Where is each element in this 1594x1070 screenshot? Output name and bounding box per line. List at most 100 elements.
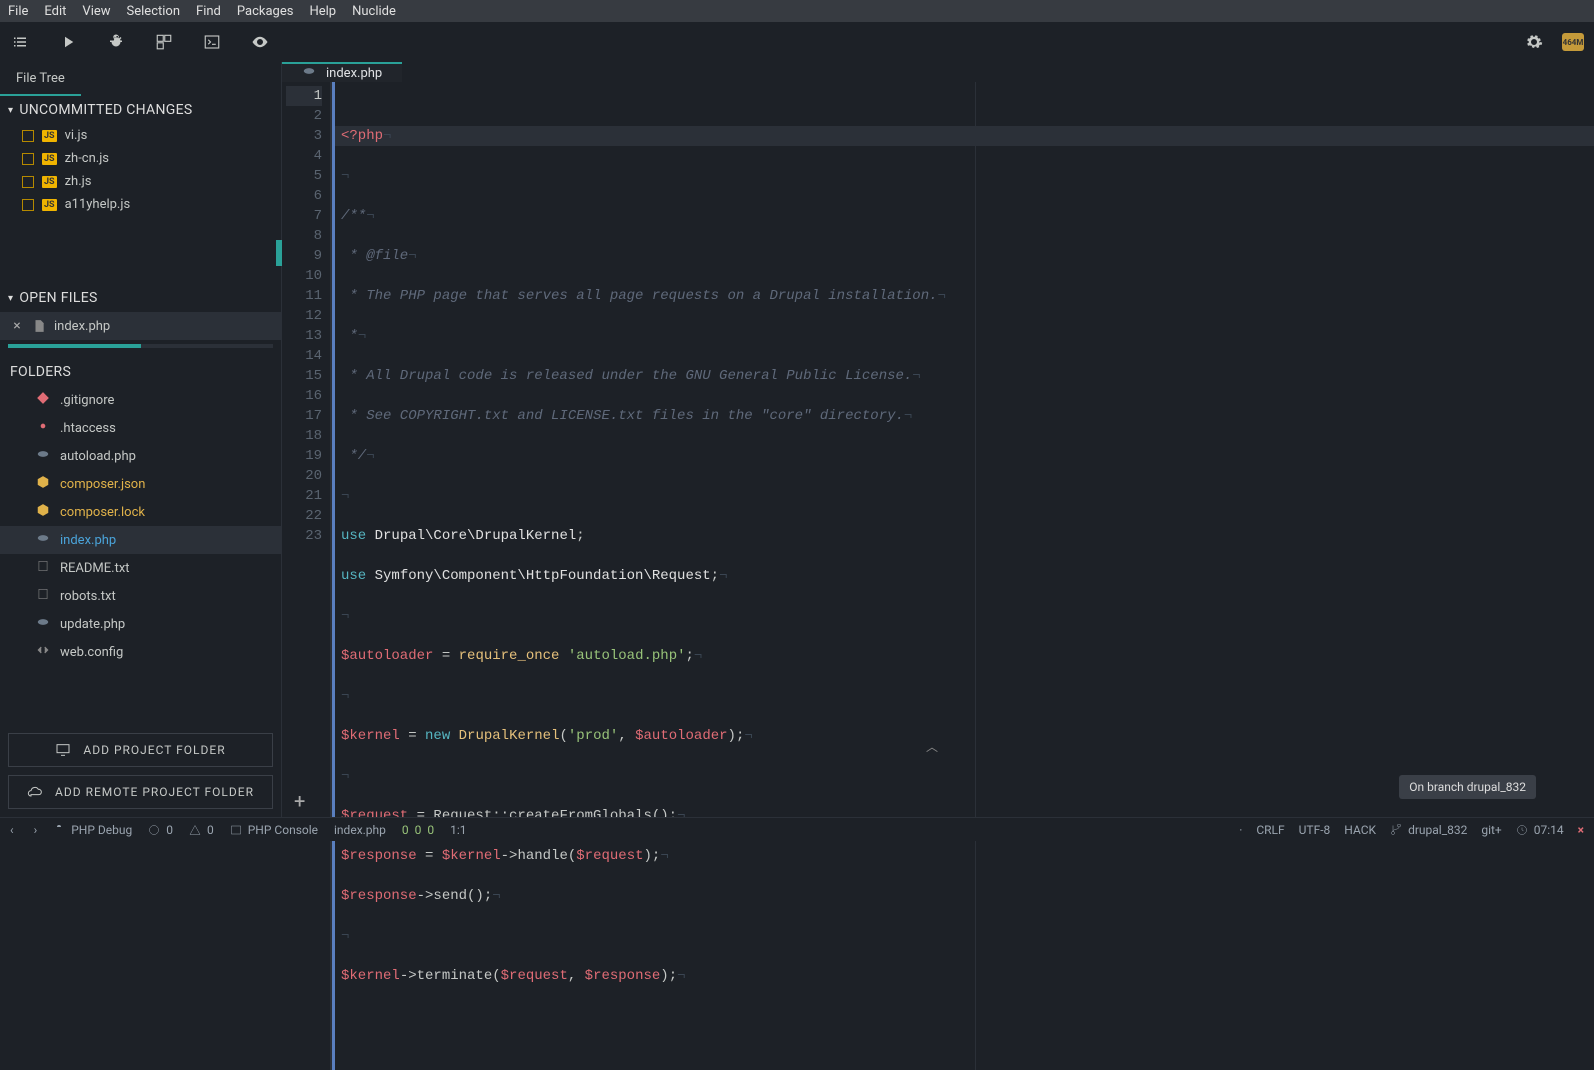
folders-list: .gitignore .htaccess autoload.php compos…: [0, 386, 281, 725]
uncommitted-item[interactable]: JSvi.js: [0, 124, 281, 147]
chevron-up-icon[interactable]: ︿: [926, 738, 938, 755]
cloud-icon: [27, 784, 43, 800]
file-tree-item[interactable]: index.php: [0, 526, 281, 554]
clock: 07:14: [1516, 823, 1564, 837]
gear-icon: [36, 419, 50, 437]
diagnostics-errors[interactable]: 0: [148, 823, 173, 837]
code-editor[interactable]: 1234567891011121314151617181920212223 <?…: [282, 82, 1594, 1070]
close-icon[interactable]: ×: [10, 318, 24, 334]
add-pane-button[interactable]: +: [294, 789, 305, 813]
line-ending[interactable]: CRLF: [1256, 823, 1284, 837]
add-project-folder-button[interactable]: ADD PROJECT FOLDER: [8, 733, 273, 767]
nav-back-icon[interactable]: ‹: [10, 823, 14, 837]
js-badge-icon: JS: [42, 199, 57, 211]
error-icon: [148, 824, 160, 836]
open-file-item[interactable]: × index.php: [0, 312, 281, 340]
chevron-down-icon: ▾: [8, 293, 13, 304]
monitor-icon: [55, 742, 71, 758]
text-icon: [36, 559, 50, 577]
git-branch[interactable]: drupal_832: [1390, 823, 1467, 837]
close-icon[interactable]: ×: [1578, 823, 1584, 837]
file-tree-item[interactable]: robots.txt: [0, 582, 281, 610]
diff-icon[interactable]: [154, 32, 174, 52]
js-badge-icon: JS: [42, 153, 57, 165]
git-status[interactable]: git+: [1481, 823, 1501, 837]
open-files-header[interactable]: ▾ OPEN FILES: [0, 284, 281, 312]
file-tree-item[interactable]: composer.json: [0, 470, 281, 498]
file-tree-item[interactable]: .htaccess: [0, 414, 281, 442]
gear-icon[interactable]: [1524, 32, 1544, 52]
play-icon[interactable]: [58, 32, 78, 52]
uncommitted-item[interactable]: JSzh-cn.js: [0, 147, 281, 170]
file-tree-item[interactable]: autoload.php: [0, 442, 281, 470]
file-icon: [32, 319, 46, 333]
git-icon: [36, 391, 50, 409]
branch-icon: [1390, 824, 1402, 836]
branch-tooltip: On branch drupal_832: [1399, 775, 1536, 799]
busy-dot-icon: ·: [1239, 823, 1242, 837]
status-square-icon: [22, 153, 34, 165]
grammar[interactable]: HACK: [1344, 823, 1376, 837]
package-icon: [36, 503, 50, 521]
uncommitted-item[interactable]: JSzh.js: [0, 170, 281, 193]
sidebar: File Tree ▾ UNCOMMITTED CHANGES JSvi.js …: [0, 62, 282, 817]
menu-bar: File Edit View Selection Find Packages H…: [0, 0, 1594, 22]
menu-help[interactable]: Help: [309, 4, 336, 19]
menu-selection[interactable]: Selection: [127, 4, 180, 19]
bug-icon: [53, 824, 65, 836]
menu-nuclide[interactable]: Nuclide: [352, 4, 396, 19]
menu-packages[interactable]: Packages: [237, 4, 294, 19]
menu-edit[interactable]: Edit: [44, 4, 66, 19]
code-icon: [36, 643, 50, 661]
add-remote-folder-button[interactable]: ADD REMOTE PROJECT FOLDER: [8, 775, 273, 809]
outline-icon[interactable]: [10, 32, 30, 52]
memory-gauge-icon[interactable]: 464M: [1562, 33, 1584, 51]
file-tree-item[interactable]: update.php: [0, 610, 281, 638]
encoding[interactable]: UTF-8: [1299, 823, 1331, 837]
editor-area: index.php 123456789101112131415161718192…: [282, 62, 1594, 817]
status-square-icon: [22, 130, 34, 142]
code-content[interactable]: <?php¬ ¬ /**¬ * @file¬ * The PHP page th…: [332, 82, 1594, 1070]
debug-icon[interactable]: [106, 32, 126, 52]
clock-icon: [1516, 824, 1528, 836]
uncommitted-item[interactable]: JSa11yhelp.js: [0, 193, 281, 216]
file-tree-item[interactable]: README.txt: [0, 554, 281, 582]
package-icon: [36, 475, 50, 493]
status-bar: ‹ › PHP Debug 0 0 PHP Console index.php …: [0, 817, 1594, 841]
menu-file[interactable]: File: [8, 4, 28, 19]
text-icon: [36, 587, 50, 605]
status-square-icon: [22, 176, 34, 188]
sidebar-tab-filetree[interactable]: File Tree: [0, 63, 81, 96]
editor-tab[interactable]: index.php: [282, 62, 402, 82]
debug-status[interactable]: PHP Debug: [53, 823, 132, 837]
line-gutter: 1234567891011121314151617181920212223: [282, 82, 332, 1070]
status-square-icon: [22, 199, 34, 211]
folders-header: FOLDERS: [0, 358, 281, 386]
uncommitted-header[interactable]: ▾ UNCOMMITTED CHANGES: [0, 96, 281, 124]
uncommitted-list: JSvi.js JSzh-cn.js JSzh.js JSa11yhelp.js: [0, 124, 281, 284]
diagnostics-warnings[interactable]: 0: [189, 823, 214, 837]
php-icon: [36, 447, 50, 465]
console-icon: [230, 824, 242, 836]
php-console[interactable]: PHP Console: [230, 823, 318, 837]
file-tree-item[interactable]: composer.lock: [0, 498, 281, 526]
php-icon: [36, 531, 50, 549]
toolbar: 464M: [0, 22, 1594, 62]
test-results[interactable]: 0 0 0: [402, 823, 434, 837]
cursor-position[interactable]: 1:1: [450, 823, 466, 837]
progress-bar: [8, 344, 273, 348]
php-icon: [302, 64, 316, 82]
js-badge-icon: JS: [42, 130, 57, 142]
nav-forward-icon[interactable]: ›: [34, 823, 38, 837]
file-tree-item[interactable]: web.config: [0, 638, 281, 666]
file-tree-item[interactable]: .gitignore: [0, 386, 281, 414]
warning-icon: [189, 824, 201, 836]
eye-icon[interactable]: [250, 32, 270, 52]
terminal-icon[interactable]: [202, 32, 222, 52]
js-badge-icon: JS: [42, 176, 57, 188]
chevron-down-icon: ▾: [8, 105, 13, 116]
menu-view[interactable]: View: [82, 4, 110, 19]
php-icon: [36, 615, 50, 633]
current-file[interactable]: index.php: [334, 823, 386, 837]
menu-find[interactable]: Find: [196, 4, 221, 19]
